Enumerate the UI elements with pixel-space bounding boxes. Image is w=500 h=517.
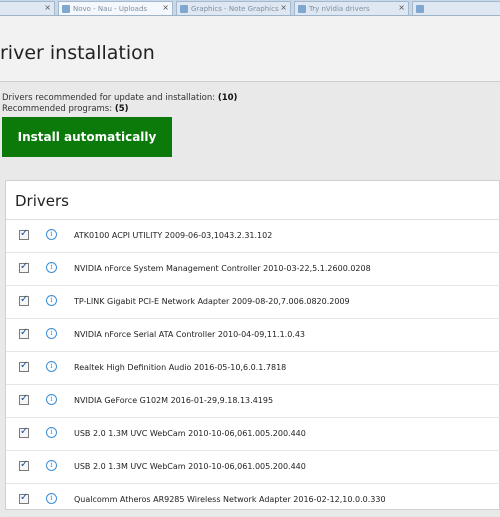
tab-favicon-icon: [180, 5, 188, 13]
driver-row: i Qualcomm Atheros AR9285 Wireless Netwo…: [6, 484, 500, 517]
driver-checkbox[interactable]: [19, 327, 29, 339]
tab-label: Try nVidia drivers: [309, 5, 370, 13]
drivers-panel: Drivers i ATK0100 ACPI UTILITY 2009-06-0…: [5, 180, 500, 517]
summary: Drivers recommended for update and insta…: [2, 93, 237, 115]
info-icon[interactable]: i: [46, 295, 57, 306]
driver-row: i USB 2.0 1.3M UVC WebCam 2010-10-06,061…: [6, 418, 500, 451]
close-icon[interactable]: ×: [44, 3, 51, 12]
info-icon[interactable]: i: [46, 262, 57, 273]
tab-label: Graphics - Note Graphics: [191, 5, 279, 13]
driver-checkbox[interactable]: [19, 294, 29, 306]
programs-summary: Recommended programs: (5): [2, 104, 237, 115]
driver-name: USB 2.0 1.3M UVC WebCam 2010-10-06,061.0…: [74, 462, 306, 471]
driver-row: i Realtek High Definition Audio 2016-05-…: [6, 352, 500, 385]
driver-name: NVIDIA nForce System Management Controll…: [74, 264, 371, 273]
info-icon[interactable]: i: [46, 229, 57, 240]
driver-name: NVIDIA GeForce G102M 2016-01-29,9.18.13.…: [74, 396, 274, 405]
browser-tab[interactable]: Novo - Nau - Uploads ×: [58, 1, 173, 15]
driver-name: TP-LINK Gigabit PCI-E Network Adapter 20…: [74, 297, 350, 306]
driver-row: i NVIDIA nForce Serial ATA Controller 20…: [6, 319, 500, 352]
browser-tab[interactable]: Try nVidia drivers ×: [294, 1, 409, 15]
tab-label: Novo - Nau - Uploads: [73, 5, 148, 13]
install-automatically-button[interactable]: Install automatically: [2, 117, 172, 157]
driver-row: i USB 2.0 1.3M UVC WebCam 2010-10-06,061…: [6, 451, 500, 484]
driver-name: USB 2.0 1.3M UVC WebCam 2010-10-06,061.0…: [74, 429, 306, 438]
update-count: (10): [217, 93, 238, 103]
driver-name: ATK0100 ACPI UTILITY 2009-06-03,1043.2.3…: [74, 231, 273, 240]
page-title: river installation: [0, 42, 155, 64]
tab-favicon-icon: [62, 5, 70, 13]
drivers-panel-title: Drivers: [15, 192, 69, 210]
driver-checkbox[interactable]: [19, 459, 29, 471]
tab-favicon-icon: [298, 5, 306, 13]
driver-checkbox[interactable]: [19, 492, 29, 504]
info-icon[interactable]: i: [46, 427, 57, 438]
driver-checkbox[interactable]: [19, 228, 29, 240]
driver-checkbox[interactable]: [19, 426, 29, 438]
browser-tab[interactable]: ×: [0, 1, 55, 15]
tab-favicon-icon: [416, 5, 424, 13]
browser-tab[interactable]: Graphics - Note Graphics ×: [176, 1, 291, 15]
driver-row: i NVIDIA GeForce G102M 2016-01-29,9.18.1…: [6, 385, 500, 418]
driver-row: i NVIDIA nForce System Management Contro…: [6, 253, 500, 286]
driver-checkbox[interactable]: [19, 261, 29, 273]
programs-summary-label: Recommended programs:: [2, 104, 113, 114]
driver-checkbox[interactable]: [19, 393, 29, 405]
driver-row: i TP-LINK Gigabit PCI-E Network Adapter …: [6, 286, 500, 319]
page-header: river installation: [0, 16, 500, 82]
driver-name: Realtek High Definition Audio 2016-05-10…: [74, 363, 287, 372]
driver-name: NVIDIA nForce Serial ATA Controller 2010…: [74, 330, 306, 339]
close-icon[interactable]: ×: [398, 3, 405, 12]
driver-checkbox[interactable]: [19, 360, 29, 372]
info-icon[interactable]: i: [46, 394, 57, 405]
update-summary-label: Drivers recommended for update and insta…: [2, 93, 216, 103]
programs-count: (5): [114, 104, 129, 114]
info-icon[interactable]: i: [46, 328, 57, 339]
driver-row: i ATK0100 ACPI UTILITY 2009-06-03,1043.2…: [6, 220, 500, 253]
info-icon[interactable]: i: [46, 361, 57, 372]
update-summary: Drivers recommended for update and insta…: [2, 93, 237, 104]
close-icon[interactable]: ×: [162, 3, 169, 12]
browser-tab[interactable]: ×: [412, 1, 500, 15]
info-icon[interactable]: i: [46, 493, 57, 504]
browser-tab-bar: × Novo - Nau - Uploads × Graphics - Note…: [0, 0, 500, 16]
close-icon[interactable]: ×: [280, 3, 287, 12]
info-icon[interactable]: i: [46, 460, 57, 471]
